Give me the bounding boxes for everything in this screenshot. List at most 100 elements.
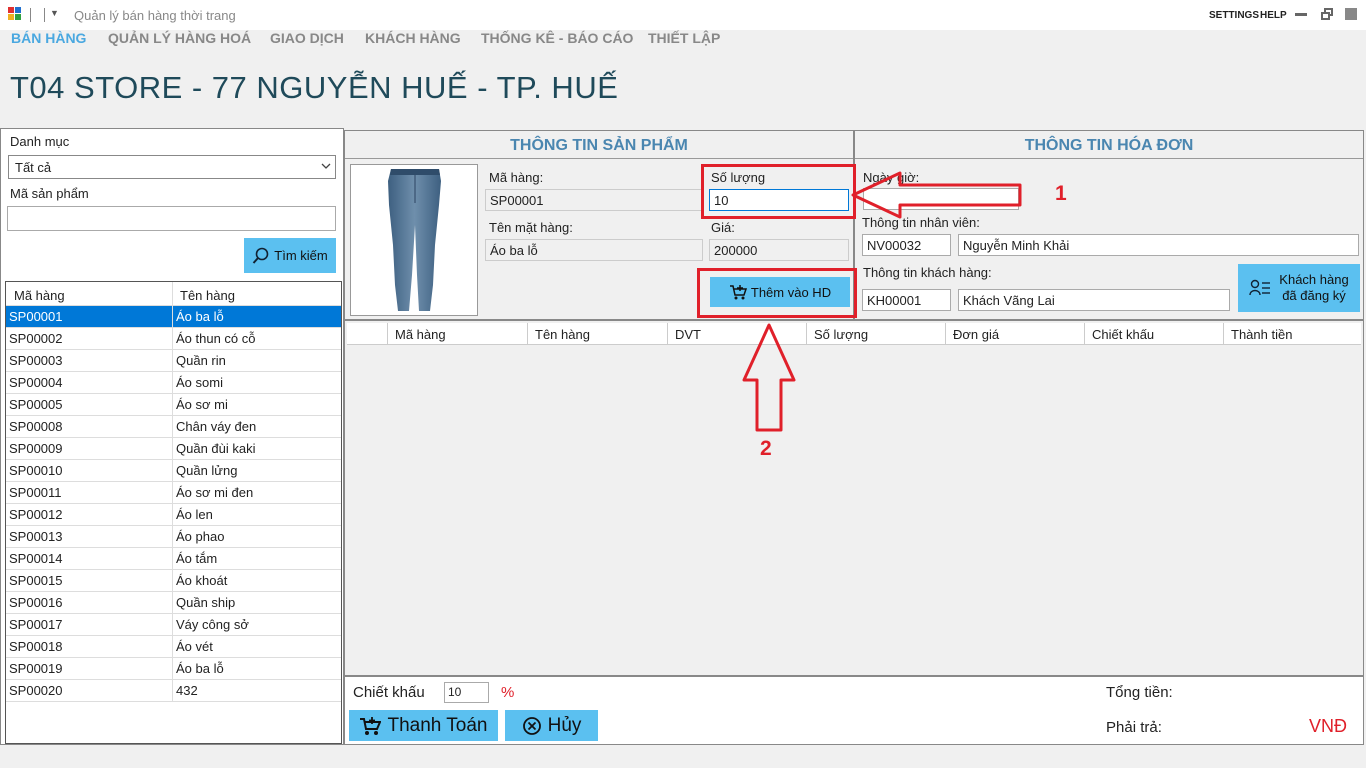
cell-product-code: SP00008: [9, 419, 63, 434]
column-divider: [172, 328, 173, 350]
table-row[interactable]: SP00004 Áo somi: [6, 372, 341, 394]
table-row[interactable]: SP00015 Áo khoát: [6, 570, 341, 592]
category-select-value: Tất cả: [15, 160, 52, 175]
column-header-ma-hang[interactable]: Mã hàng: [387, 323, 527, 345]
cell-product-name: Áo somi: [176, 375, 223, 390]
table-row[interactable]: SP00017 Váy công sở: [6, 614, 341, 636]
table-row[interactable]: SP00020 432: [6, 680, 341, 702]
column-divider: [172, 416, 173, 438]
cell-product-name: Áo ba lỗ: [176, 661, 224, 676]
table-row[interactable]: SP00002 Áo thun có cỗ: [6, 328, 341, 350]
table-row[interactable]: SP00019 Áo ba lỗ: [6, 658, 341, 680]
table-row[interactable]: SP00005 Áo sơ mi: [6, 394, 341, 416]
column-divider: [172, 614, 173, 636]
column-divider: [172, 482, 173, 504]
cell-product-name: Áo thun có cỗ: [176, 331, 256, 346]
table-row[interactable]: SP00013 Áo phao: [6, 526, 341, 548]
toolbar-separator: [30, 8, 31, 22]
menu-ban-hang[interactable]: BÁN HÀNG: [11, 30, 86, 46]
customer-list-icon: [1249, 279, 1271, 296]
menu-quan-ly-hang-hoa[interactable]: QUẢN LÝ HÀNG HOÁ: [108, 30, 251, 46]
search-button[interactable]: Tìm kiếm: [244, 238, 336, 273]
settings-link[interactable]: SETTINGS: [1209, 10, 1259, 21]
percent-sign: %: [501, 684, 515, 701]
table-row[interactable]: SP00016 Quần ship: [6, 592, 341, 614]
quick-access-dropdown-icon[interactable]: ▼: [50, 8, 59, 18]
cell-product-name: Quần ship: [176, 595, 236, 610]
product-code-field-label: Mã hàng:: [489, 170, 544, 185]
table-row[interactable]: SP00012 Áo len: [6, 504, 341, 526]
column-header-don-gia[interactable]: Đơn giá: [945, 323, 1084, 345]
product-code-input[interactable]: [7, 206, 336, 231]
product-code-field[interactable]: SP00001: [485, 189, 703, 211]
store-title: T04 STORE - 77 NGUYỄN HUẾ - TP. HUẾ: [10, 70, 619, 105]
checkout-button[interactable]: Thanh Toán: [349, 710, 498, 741]
category-select[interactable]: Tất cả: [8, 155, 336, 179]
product-search-panel: Danh mục Tất cả Mã sản phẩm Tìm kiếm Mã …: [0, 128, 344, 745]
cell-product-name: Quần lửng: [176, 463, 238, 478]
customer-name-field[interactable]: Khách Vãng Lai: [958, 289, 1230, 311]
table-row[interactable]: SP00010 Quần lửng: [6, 460, 341, 482]
column-divider: [172, 438, 173, 460]
title-bar: ▼ Quản lý bán hàng thời trang SETTINGS H…: [0, 0, 1366, 30]
column-divider: [172, 636, 173, 658]
cell-product-code: SP00004: [9, 375, 63, 390]
table-row[interactable]: SP00018 Áo vét: [6, 636, 341, 658]
currency-label: VNĐ: [1309, 716, 1348, 736]
column-header-thanh-tien[interactable]: Thành tiền: [1223, 323, 1361, 345]
menu-thiet-lap[interactable]: THIẾT LẬP: [648, 30, 720, 46]
cell-product-code: SP00016: [9, 595, 63, 610]
product-table[interactable]: Mã hàng Tên hàng SP00001 Áo ba lỗ SP00002 Á…: [5, 281, 342, 744]
column-divider: [172, 460, 173, 482]
registered-customer-label: Khách hàng đã đăng ký: [1279, 272, 1348, 304]
column-header-so-luong[interactable]: Số lượng: [806, 323, 945, 345]
product-code-label: Mã sản phẩm: [10, 186, 89, 201]
toolbar-separator: [44, 8, 45, 22]
invoice-discount-input[interactable]: 10: [444, 682, 489, 703]
staff-name-field[interactable]: Nguyễn Minh Khải: [958, 234, 1359, 256]
restore-icon[interactable]: [1320, 7, 1334, 21]
chevron-down-icon: [321, 163, 331, 169]
menu-giao-dich[interactable]: GIAO DỊCH: [270, 30, 344, 46]
registered-customer-button[interactable]: Khách hàng đã đăng ký: [1238, 264, 1360, 312]
app-icon: [8, 7, 22, 21]
column-header-ma-hang[interactable]: Mã hàng: [14, 288, 65, 303]
column-header-chiet-khau[interactable]: Chiết khấu: [1084, 323, 1223, 345]
cart-checkout-icon: [360, 716, 382, 735]
category-label: Danh mục: [10, 134, 70, 149]
annotation-box-add-button: [697, 268, 857, 318]
close-icon[interactable]: [1344, 7, 1358, 21]
staff-id-field[interactable]: NV00032: [862, 234, 951, 256]
customer-id-field[interactable]: KH00001: [862, 289, 951, 311]
column-divider: [172, 350, 173, 372]
menu-thong-ke-bao-cao[interactable]: THỐNG KÊ - BÁO CÁO: [481, 30, 633, 46]
minimize-icon[interactable]: [1294, 7, 1308, 21]
registered-customer-label-line2: đã đăng ký: [1282, 288, 1346, 303]
table-row[interactable]: SP00009 Quần đùi kaki: [6, 438, 341, 460]
price-field[interactable]: 200000: [709, 239, 849, 261]
help-link[interactable]: HELP: [1260, 10, 1287, 21]
cell-product-code: SP00017: [9, 617, 63, 632]
invoice-items-grid[interactable]: Mã hàng Tên hàng DVT Số lượng Đơn giá Ch…: [344, 320, 1364, 676]
cell-product-code: SP00010: [9, 463, 63, 478]
column-header-ten-hang[interactable]: Tên hàng: [180, 288, 235, 303]
table-row[interactable]: SP00014 Áo tắm: [6, 548, 341, 570]
cancel-button[interactable]: Hủy: [505, 710, 598, 741]
cell-product-name: Áo vét: [176, 639, 213, 654]
search-icon: [253, 247, 269, 264]
table-row[interactable]: SP00001 Áo ba lỗ: [6, 306, 341, 328]
cancel-button-label: Hủy: [547, 714, 582, 736]
table-row[interactable]: SP00003 Quần rin: [6, 350, 341, 372]
table-row[interactable]: SP00011 Áo sơ mi đen: [6, 482, 341, 504]
menu-khach-hang[interactable]: KHÁCH HÀNG: [365, 30, 461, 46]
cell-product-name: Quần rin: [176, 353, 226, 368]
cell-product-code: SP00019: [9, 661, 63, 676]
product-image: [350, 164, 478, 316]
product-name-field[interactable]: Áo ba lỗ: [485, 239, 703, 261]
invoice-info-header: THÔNG TIN HÓA ĐƠN: [855, 131, 1363, 159]
column-divider: [172, 570, 173, 592]
table-row[interactable]: SP00008 Chân váy đen: [6, 416, 341, 438]
cell-product-name: Quần đùi kaki: [176, 441, 256, 456]
column-header-ten-hang[interactable]: Tên hàng: [527, 323, 667, 345]
annotation-arrow-up-icon: [742, 323, 796, 432]
